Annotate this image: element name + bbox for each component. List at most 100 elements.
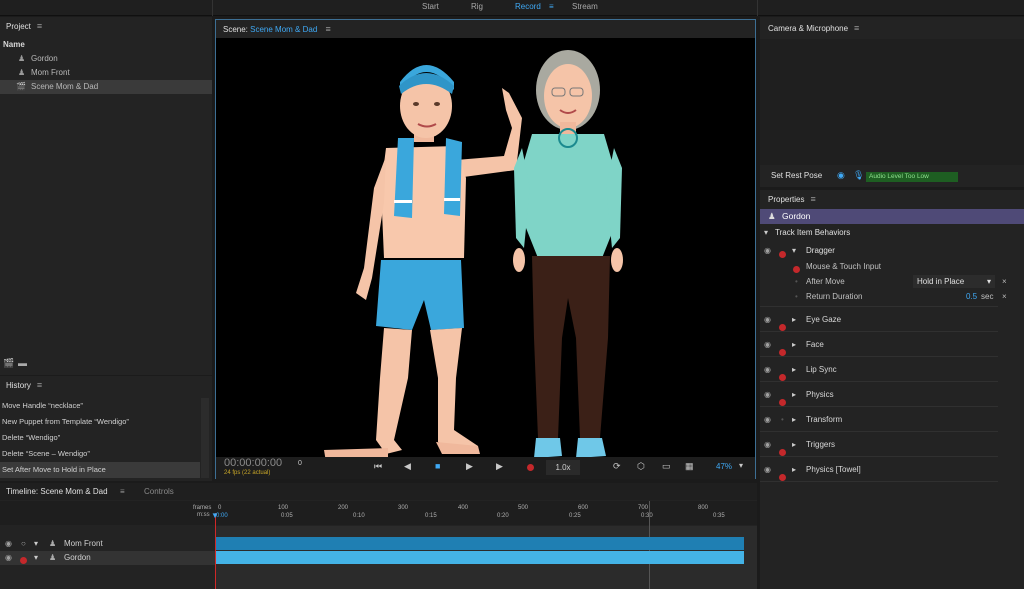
record-arm-off-icon[interactable]: ○: [21, 537, 26, 551]
chevron-right-icon[interactable]: ▸: [792, 358, 796, 382]
playhead[interactable]: [215, 513, 216, 589]
project-item-mom-front[interactable]: ♟ Mom Front: [0, 66, 212, 80]
chevron-right-icon[interactable]: ▸: [792, 383, 796, 407]
panel-menu-icon[interactable]: ≡: [37, 17, 42, 35]
behavior-transform[interactable]: ◉ • ▸ Transform: [760, 408, 998, 432]
param-dot-icon: •: [781, 415, 784, 424]
timeline-title[interactable]: Timeline: Scene Mom & Dad: [6, 483, 108, 500]
tab-start[interactable]: Start: [422, 0, 439, 16]
zoom-level[interactable]: 47%: [716, 462, 732, 471]
panel-menu-icon[interactable]: ≡: [120, 483, 125, 500]
eye-icon[interactable]: ◉: [764, 333, 771, 357]
project-item-gordon[interactable]: ♟ Gordon: [0, 52, 212, 66]
time-tick: 0:10: [353, 513, 365, 519]
chevron-right-icon[interactable]: ▸: [792, 308, 796, 332]
eye-icon[interactable]: ◉: [764, 433, 771, 457]
chevron-down-icon[interactable]: ▾: [34, 551, 38, 565]
eye-icon[interactable]: ◉: [764, 383, 771, 407]
record-icon[interactable]: [527, 464, 534, 473]
history-title: History: [6, 381, 31, 390]
panel-menu-icon[interactable]: ≡: [854, 17, 859, 39]
chevron-down-icon[interactable]: ▾: [792, 243, 796, 259]
loop-icon[interactable]: ⟳: [613, 461, 621, 472]
behavior-face[interactable]: ◉ ▸ Face: [760, 333, 998, 357]
eye-icon[interactable]: ◉: [5, 537, 12, 551]
chevron-right-icon[interactable]: ▸: [792, 333, 796, 357]
chevron-down-icon[interactable]: ▾: [739, 461, 743, 470]
history-item[interactable]: Delete “Wendigo”: [0, 430, 200, 446]
chevron-down-icon[interactable]: ▾: [34, 537, 38, 551]
close-icon[interactable]: ×: [1002, 289, 1007, 304]
timeline-ruler[interactable]: frames m:ss 0 100 200 300 400 500 600 70…: [0, 501, 757, 525]
selected-puppet[interactable]: ♟ Gordon: [760, 209, 1024, 224]
set-rest-pose-button[interactable]: Set Rest Pose: [771, 171, 822, 180]
history-item[interactable]: New Puppet from Template “Wendigo”: [0, 414, 200, 430]
mom-puppet[interactable]: [513, 50, 623, 458]
eye-icon[interactable]: ◉: [764, 308, 771, 332]
puppet-mode-icon[interactable]: ⬡: [637, 461, 645, 472]
playhead-handle-icon[interactable]: ▼: [211, 511, 219, 520]
folder-icon[interactable]: ▬: [18, 358, 27, 368]
eye-icon[interactable]: ◉: [764, 458, 771, 482]
project-item-scene[interactable]: 🎬 Scene Mom & Dad: [0, 80, 212, 94]
camera-mic-panel: Camera & Microphone ≡ Set Rest Pose ◉ 🎙 A…: [760, 17, 1024, 187]
name-column-header[interactable]: Name: [0, 38, 212, 51]
track-bar-mom-front[interactable]: [215, 537, 744, 550]
close-icon[interactable]: ×: [1002, 274, 1007, 289]
microphone-icon[interactable]: 🎙: [853, 170, 864, 181]
step-forward-icon[interactable]: ▶: [496, 461, 503, 472]
behavior-dragger[interactable]: ◉ ▾ Dragger: [760, 243, 998, 259]
behavior-physics[interactable]: ◉ ▸ Physics: [760, 383, 998, 407]
go-to-start-icon[interactable]: ⏮: [374, 461, 382, 472]
history-scrollbar[interactable]: [201, 398, 209, 478]
after-move-select[interactable]: Hold in Place ▾: [913, 275, 995, 288]
gordon-puppet[interactable]: [324, 65, 522, 462]
return-duration-label: Return Duration: [806, 292, 863, 301]
behavior-physics-towel[interactable]: ◉ ▸ Physics [Towel]: [760, 458, 998, 482]
tab-record[interactable]: Record: [515, 0, 541, 16]
tab-stream[interactable]: Stream: [572, 0, 598, 16]
history-item[interactable]: Delete “Scene – Wendigo”: [0, 446, 200, 462]
record-arm-icon[interactable]: [779, 467, 786, 491]
scene-title-prefix: Scene:: [223, 25, 248, 34]
layer-mom-front[interactable]: ◉ ○ ▾ ♟ Mom Front: [0, 537, 215, 551]
scene-stage[interactable]: [216, 38, 755, 475]
cast-icon[interactable]: ▭: [662, 461, 671, 472]
playback-speed[interactable]: 1.0x: [546, 460, 580, 475]
eye-icon[interactable]: ◉: [764, 358, 771, 382]
eye-icon[interactable]: ◉: [764, 243, 771, 259]
behavior-lip-sync[interactable]: ◉ ▸ Lip Sync: [760, 358, 998, 382]
behavior-triggers[interactable]: ◉ ▸ Triggers: [760, 433, 998, 457]
behavior-label: Physics [Towel]: [806, 465, 861, 474]
return-duration-value[interactable]: 0.5: [966, 289, 977, 304]
history-item[interactable]: Move Handle “necklace”: [0, 398, 200, 414]
grid-icon[interactable]: ▦: [685, 461, 694, 472]
webcam-icon[interactable]: ◉: [837, 170, 845, 181]
play-icon[interactable]: ▶: [466, 461, 473, 472]
stop-icon[interactable]: ■: [435, 461, 440, 471]
scene-transport-bar: 00:00:00:00 0 24 fps (22 actual) ⏮ ◀ ■ ▶…: [216, 457, 755, 479]
track-bar-gordon[interactable]: [215, 551, 744, 564]
chevron-right-icon[interactable]: ▸: [792, 458, 796, 482]
chevron-right-icon[interactable]: ▸: [792, 408, 796, 432]
frame-tick: 300: [398, 505, 409, 511]
history-item[interactable]: Set After Move to Hold in Place: [0, 462, 200, 478]
tab-rig[interactable]: Rig: [471, 0, 483, 16]
dragger-input-label: Mouse & Touch Input: [806, 262, 882, 271]
panel-menu-icon[interactable]: ≡: [810, 190, 815, 208]
new-scene-icon[interactable]: 🎬: [3, 358, 14, 369]
track-item-behaviors-header[interactable]: ▾ Track Item Behaviors: [760, 225, 1024, 240]
record-menu-icon[interactable]: ≡: [549, 0, 554, 16]
chevron-right-icon[interactable]: ▸: [792, 433, 796, 457]
project-title: Project: [6, 22, 31, 31]
behavior-eye-gaze[interactable]: ◉ ▸ Eye Gaze: [760, 308, 998, 332]
step-back-icon[interactable]: ◀: [404, 461, 411, 472]
eye-icon[interactable]: ◉: [5, 551, 12, 565]
tab-controls[interactable]: Controls: [144, 483, 174, 500]
panel-menu-icon[interactable]: ≡: [37, 376, 42, 394]
eye-icon[interactable]: ◉: [764, 408, 771, 432]
layer-gordon[interactable]: ◉ ▾ ♟ Gordon: [0, 551, 215, 565]
panel-menu-icon[interactable]: ≡: [326, 20, 331, 38]
behavior-label: Triggers: [806, 440, 836, 449]
record-arm-icon[interactable]: [20, 555, 27, 569]
